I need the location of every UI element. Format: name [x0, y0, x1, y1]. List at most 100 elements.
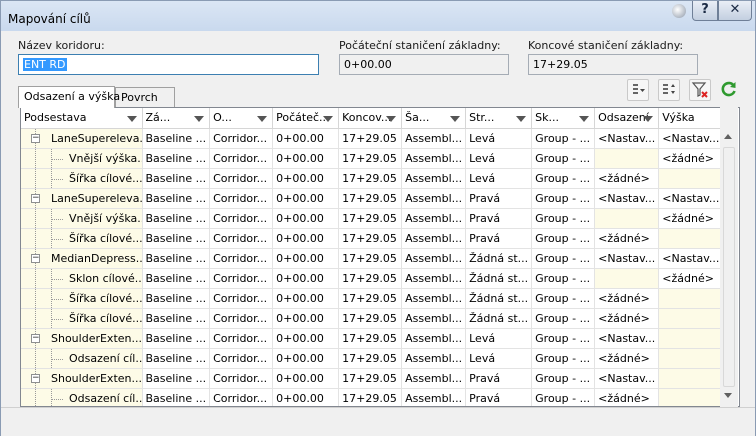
table-cell[interactable] — [658, 308, 724, 329]
table-cell[interactable]: <Nastav... — [594, 248, 660, 269]
title-bar[interactable]: Mapování cílů ? ✕ — [1, 1, 755, 31]
table-cell[interactable]: <Nastav... — [594, 128, 660, 149]
table-cell[interactable]: <Nastav... — [658, 128, 724, 149]
filter-dropdown-icon[interactable] — [194, 116, 205, 122]
header-row: Podsestava Zá... O... Počáteč... Koncov... Ša… — [21, 108, 724, 129]
table-cell: Corridor... — [209, 248, 274, 269]
table-row[interactable]: Šířka cílové... Baseline ... Corridor... 0+… — [21, 308, 724, 329]
collapse-icon[interactable]: − — [31, 133, 40, 143]
subassembly-name: Odsazení cíl... — [69, 391, 142, 405]
column-header[interactable]: Sk... — [531, 108, 596, 129]
table-row[interactable]: Odsazení cíl... Baseline ... Corridor... 0+… — [21, 348, 724, 369]
table-row[interactable]: − LaneSupereleva... Baseline ... Corridor..… — [21, 188, 724, 209]
column-header[interactable]: Výška — [658, 108, 724, 129]
help-button[interactable]: ? — [692, 1, 718, 21]
tree-child-cell: Šířka cílové... — [21, 308, 143, 329]
table-row[interactable]: Sklon cílové... Baseline ... Corridor... 0+… — [21, 268, 724, 289]
table-cell[interactable]: <žádné> — [594, 288, 660, 309]
table-row[interactable]: Šířka cílové... Baseline ... Corridor... 0+… — [21, 168, 724, 189]
sort-order-icon[interactable] — [658, 79, 680, 101]
table-cell[interactable] — [658, 368, 724, 389]
table-row[interactable]: Šířka cílové... Baseline ... Corridor... 0+… — [21, 228, 724, 249]
table-cell[interactable]: <Nastav... — [594, 188, 660, 209]
corridor-name-field[interactable]: ENT RD — [18, 54, 319, 75]
scroll-up-icon[interactable] — [724, 134, 732, 139]
table-cell[interactable] — [658, 388, 724, 406]
table-cell[interactable]: <žádné> — [658, 268, 724, 289]
table-cell[interactable]: <žádné> — [594, 168, 660, 189]
tab-offset-elevation[interactable]: Odsazení a výška — [18, 86, 120, 108]
filter-dropdown-icon[interactable] — [516, 116, 527, 122]
filter-dropdown-icon[interactable] — [643, 116, 654, 122]
column-header[interactable]: Počáteč... — [272, 108, 340, 129]
table-cell[interactable] — [658, 288, 724, 309]
table-cell: Assembl... — [401, 288, 467, 309]
table-cell[interactable] — [658, 168, 724, 189]
table-cell[interactable]: <Nastav... — [658, 188, 724, 209]
column-header-label: Zá... — [145, 111, 171, 125]
vertical-scrollbar[interactable] — [720, 107, 738, 407]
filter-dropdown-icon[interactable] — [323, 116, 334, 122]
table-cell: 17+29.05 — [338, 368, 403, 389]
column-header[interactable]: Ša... — [401, 108, 467, 129]
table-cell[interactable] — [594, 268, 660, 289]
table-row[interactable]: Vnější výška... Baseline ... Corridor... 0+… — [21, 208, 724, 229]
column-header[interactable]: Podsestava — [21, 108, 143, 129]
filter-dropdown-icon[interactable] — [257, 116, 268, 122]
filter-dropdown-icon[interactable] — [386, 116, 397, 122]
table-cell[interactable] — [594, 208, 660, 229]
table-cell[interactable]: <žádné> — [594, 388, 660, 406]
filter-menu-icon[interactable] — [627, 79, 649, 101]
filter-dropdown-icon[interactable] — [450, 116, 461, 122]
table-row[interactable]: Vnější výška... Baseline ... Corridor... 0+… — [21, 148, 724, 169]
table-row[interactable]: − MedianDepress... Baseline ... Corridor...… — [21, 248, 724, 269]
table-cell: 0+00.00 — [272, 228, 340, 249]
table-row[interactable]: − LaneSupereleva... Baseline ... Corridor..… — [21, 128, 724, 149]
column-header[interactable]: Koncov... — [338, 108, 403, 129]
scroll-down-icon[interactable] — [724, 393, 732, 398]
table-cell[interactable] — [594, 148, 660, 169]
tree-connector — [51, 218, 63, 220]
table-cell[interactable]: <žádné> — [594, 348, 660, 369]
pin-icon[interactable] — [667, 1, 691, 21]
tree-connector — [51, 318, 63, 320]
collapse-icon[interactable]: − — [31, 373, 40, 383]
table-cell: 0+00.00 — [272, 148, 340, 169]
tab-surface[interactable]: Povrch — [115, 87, 175, 108]
collapse-icon[interactable]: − — [31, 253, 40, 263]
target-grid[interactable]: Podsestava Zá... O... Počáteč... Koncov... Ša… — [20, 107, 740, 407]
column-header-label: O... — [213, 111, 232, 125]
table-row[interactable]: Odsazení cíl... Baseline ... Corridor... 0+… — [21, 388, 724, 406]
clear-filter-icon[interactable] — [689, 79, 711, 101]
table-cell: Corridor... — [209, 308, 274, 329]
table-cell[interactable] — [658, 328, 724, 349]
filter-dropdown-icon[interactable] — [126, 116, 137, 122]
table-cell[interactable] — [658, 348, 724, 369]
column-header[interactable]: Zá... — [142, 108, 211, 129]
table-cell[interactable]: <žádné> — [658, 208, 724, 229]
scroll-thumb[interactable] — [723, 147, 735, 387]
table-cell: Group - ... — [531, 388, 596, 406]
table-row[interactable]: Šířka cílové... Baseline ... Corridor... 0+… — [21, 288, 724, 309]
table-cell[interactable]: <žádné> — [594, 308, 660, 329]
table-cell[interactable]: <Nastav... — [594, 368, 660, 389]
table-cell: Group - ... — [531, 328, 596, 349]
table-cell[interactable]: <Nastav... — [594, 328, 660, 349]
table-row[interactable]: − ShoulderExten... Baseline ... Corridor...… — [21, 368, 724, 389]
table-cell: 17+29.05 — [338, 168, 403, 189]
close-button[interactable]: ✕ — [718, 1, 752, 21]
column-header[interactable]: Odsazení — [594, 108, 660, 129]
table-cell[interactable]: <Nastav... — [658, 248, 724, 269]
table-cell[interactable] — [658, 228, 724, 249]
collapse-icon[interactable]: − — [31, 193, 40, 203]
table-cell[interactable]: <žádné> — [658, 148, 724, 169]
start-station-label: Počáteční staničení základny: — [339, 39, 501, 52]
refresh-icon[interactable] — [719, 79, 741, 101]
column-header[interactable]: Str... — [465, 108, 533, 129]
table-row[interactable]: − ShoulderExten... Baseline ... Corridor...… — [21, 328, 724, 349]
table-cell[interactable]: <žádné> — [594, 228, 660, 249]
filter-dropdown-icon[interactable] — [579, 116, 590, 122]
collapse-icon[interactable]: − — [31, 333, 40, 343]
column-header[interactable]: O... — [209, 108, 274, 129]
column-header-label: Koncov... — [342, 111, 392, 125]
